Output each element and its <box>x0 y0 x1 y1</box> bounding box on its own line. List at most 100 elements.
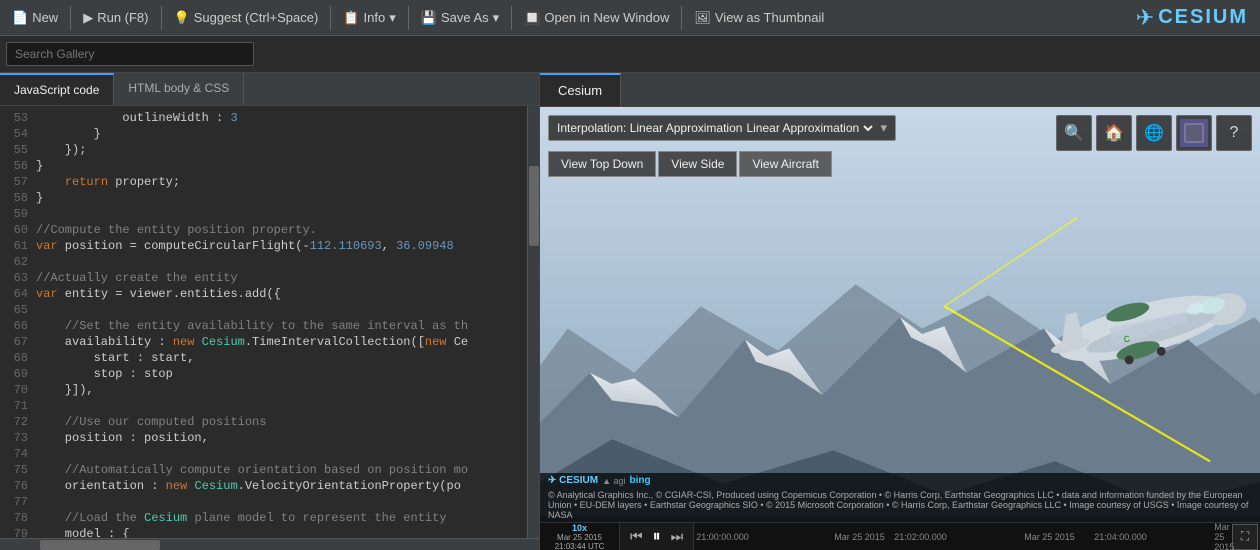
new-icon: 📄 <box>12 10 28 26</box>
table-row: 77 <box>0 494 527 510</box>
open-new-button[interactable]: 🔲 Open in New Window <box>516 6 677 30</box>
sep4 <box>408 6 409 30</box>
cesium-tab-item[interactable]: Cesium <box>540 73 621 106</box>
tl-t2: Mar 25 2015 <box>834 532 885 542</box>
globe-icon-button[interactable]: 🌐 <box>1136 115 1172 151</box>
table-row: 74 <box>0 446 527 462</box>
code-scrollbar[interactable] <box>527 106 539 538</box>
rewind-button[interactable]: ⏮ <box>626 526 647 547</box>
table-row: 59 <box>0 206 527 222</box>
open-new-label: Open in New Window <box>544 10 669 25</box>
sep5 <box>511 6 512 30</box>
table-row: 65 <box>0 302 527 318</box>
table-row: 78 //Load the Cesium plane model to repr… <box>0 510 527 526</box>
credits-bar: ✈ CESIUM ▲ agi bing © Analytical Graphic… <box>540 473 1260 522</box>
code-area[interactable]: 53 outlineWidth : 354 }55 });56}57 retur… <box>0 106 539 538</box>
run-button[interactable]: ▶ Run (F8) <box>75 6 156 30</box>
forward-button[interactable]: ⏭ <box>667 526 688 547</box>
suggest-button[interactable]: 💡 Suggest (Ctrl+Space) <box>166 6 327 30</box>
horizontal-scrollbar[interactable] <box>0 538 539 550</box>
table-row: 62 <box>0 254 527 270</box>
tl-t6: Mar 25 2015 <box>1214 522 1234 550</box>
thumbnail-button[interactable]: 🖼 View as Thumbnail <box>686 6 832 30</box>
satellite-icon-button[interactable] <box>1176 115 1212 151</box>
table-row: 73 position : position, <box>0 430 527 446</box>
table-row: 64var entity = viewer.entities.add({ <box>0 286 527 302</box>
timeline-track[interactable]: 21:00:00.000 Mar 25 2015 21:02:00.000 Ma… <box>694 523 1232 550</box>
table-row: 58} <box>0 190 527 206</box>
cesium-logo-icon: ✈ <box>1136 5 1154 31</box>
code-scrollbar-thumb[interactable] <box>529 166 539 246</box>
interpolation-dropdown-icon: ▾ <box>880 120 887 136</box>
table-row: 75 //Automatically compute orientation b… <box>0 462 527 478</box>
view-side-button[interactable]: View Side <box>658 151 737 177</box>
table-row: 57 return property; <box>0 174 527 190</box>
table-row: 60//Compute the entity position property… <box>0 222 527 238</box>
sep6 <box>681 6 682 30</box>
interpolation-label: Interpolation: Linear Approximation <box>557 121 742 135</box>
js-tab-label: JavaScript code <box>14 83 99 97</box>
table-row: 67 availability : new Cesium.TimeInterva… <box>0 334 527 350</box>
table-row: 68 start : start, <box>0 350 527 366</box>
table-row: 69 stop : stop <box>0 366 527 382</box>
suggest-label: Suggest (Ctrl+Space) <box>194 10 319 25</box>
tab-html[interactable]: HTML body & CSS <box>114 73 244 105</box>
table-row: 54 } <box>0 126 527 142</box>
view-top-down-label: View Top Down <box>561 157 643 171</box>
table-row: 55 }); <box>0 142 527 158</box>
sep1 <box>70 6 71 30</box>
interpolation-bar[interactable]: Interpolation: Linear Approximation Line… <box>548 115 896 141</box>
search-icon-button[interactable]: 🔍 <box>1056 115 1092 151</box>
h-scrollbar-thumb[interactable] <box>40 540 160 550</box>
time-display: 10x Mar 25 2015 21:03:44 UTC <box>540 523 620 550</box>
credits-text: © Analytical Graphics Inc., © CGIAR-CSI,… <box>548 490 1252 520</box>
left-panel: JavaScript code HTML body & CSS 53 outli… <box>0 73 540 550</box>
code-tabs: JavaScript code HTML body & CSS <box>0 73 539 106</box>
info-dropdown-icon: ▾ <box>389 10 396 26</box>
new-button[interactable]: 📄 New <box>4 6 66 30</box>
cesium-logo-area: ✈ CESIUM <box>1128 5 1256 31</box>
view-aircraft-button[interactable]: View Aircraft <box>739 151 831 177</box>
cesium-tab-label: Cesium <box>558 83 602 98</box>
play-pause-button[interactable]: ⏸ <box>649 526 665 548</box>
help-icon-button[interactable]: ? <box>1216 115 1252 151</box>
table-row: 72 //Use our computed positions <box>0 414 527 430</box>
new-label: New <box>32 10 58 25</box>
view-aircraft-label: View Aircraft <box>752 157 818 171</box>
speed-label: 10x <box>572 523 587 533</box>
search-input[interactable] <box>6 42 254 66</box>
info-button[interactable]: 📋 Info ▾ <box>335 6 403 30</box>
interpolation-select[interactable]: Linear Approximation Hermite Polynomial … <box>742 120 876 136</box>
run-label: Run (F8) <box>97 10 148 25</box>
suggest-icon: 💡 <box>174 10 190 26</box>
playback-controls: ⏮ ⏸ ⏭ <box>620 523 694 550</box>
timeline-bar: 10x Mar 25 2015 21:03:44 UTC ⏮ ⏸ ⏭ 21:00… <box>540 522 1260 550</box>
info-icon: 📋 <box>343 10 359 26</box>
tab-javascript[interactable]: JavaScript code <box>0 73 114 105</box>
fullscreen-button[interactable]: ⛶ <box>1232 524 1258 550</box>
cesium-logo-text: CESIUM <box>1158 6 1248 29</box>
sep3 <box>330 6 331 30</box>
tl-t3: 21:02:00.000 <box>894 532 947 542</box>
sep2 <box>161 6 162 30</box>
html-tab-label: HTML body & CSS <box>128 81 229 95</box>
info-label: Info <box>364 10 386 25</box>
saveas-button[interactable]: 💾 Save As ▾ <box>413 6 507 30</box>
main-area: JavaScript code HTML body & CSS 53 outli… <box>0 73 1260 550</box>
home-icon-button[interactable]: 🏠 <box>1096 115 1132 151</box>
table-row: 70 }]), <box>0 382 527 398</box>
saveas-icon: 💾 <box>421 10 437 26</box>
table-row: 53 outlineWidth : 3 <box>0 110 527 126</box>
tl-t4: Mar 25 2015 <box>1024 532 1075 542</box>
open-new-icon: 🔲 <box>524 10 540 26</box>
thumbnail-label: View as Thumbnail <box>715 10 824 25</box>
table-row: 76 orientation : new Cesium.VelocityOrie… <box>0 478 527 494</box>
cesium-credit-logo: ✈ CESIUM <box>548 475 598 486</box>
view-top-down-button[interactable]: View Top Down <box>548 151 656 177</box>
tl-t5: 21:04:00.000 <box>1094 532 1147 542</box>
view-buttons: View Top Down View Side View Aircraft <box>548 151 832 177</box>
viewport-bottom: ✈ CESIUM ▲ agi bing © Analytical Graphic… <box>540 473 1260 550</box>
thumbnail-icon: 🖼 <box>694 10 711 26</box>
saveas-label: Save As <box>441 10 489 25</box>
toolbar: 📄 New ▶ Run (F8) 💡 Suggest (Ctrl+Space) … <box>0 0 1260 36</box>
